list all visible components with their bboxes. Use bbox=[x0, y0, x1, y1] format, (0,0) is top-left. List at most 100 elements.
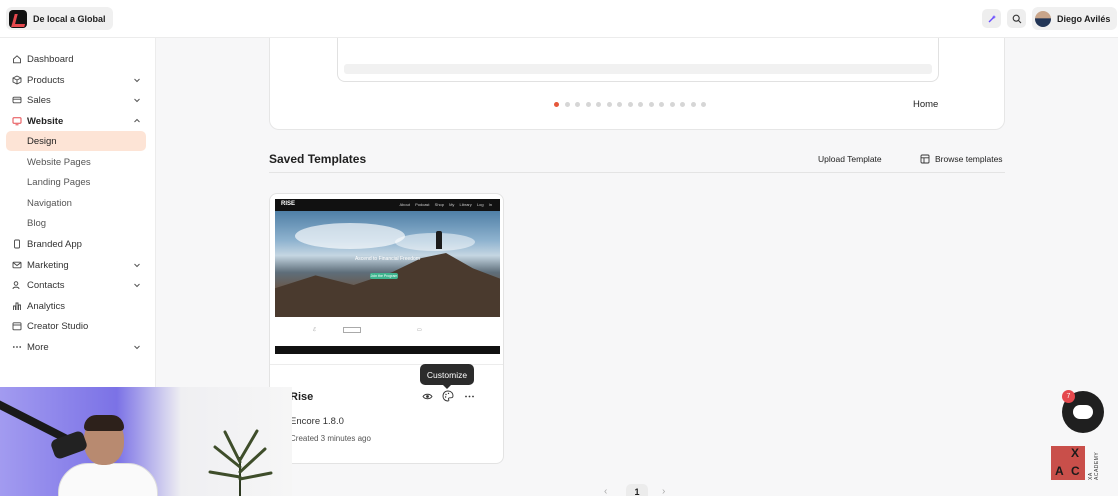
thumb-navbar: RISE About Podcast Shop My Library Log I… bbox=[275, 199, 500, 211]
thumb-footer bbox=[275, 346, 500, 354]
sidebar-item-landing-pages[interactable]: Landing Pages bbox=[6, 172, 146, 192]
calendar-icon bbox=[11, 321, 22, 332]
sidebar-item-label: More bbox=[27, 341, 49, 353]
customize-button[interactable] bbox=[442, 390, 454, 402]
carousel-dot[interactable] bbox=[659, 102, 664, 107]
carousel-dot[interactable] bbox=[680, 102, 685, 107]
page-number[interactable]: 1 bbox=[626, 484, 648, 496]
sidebar-item-branded-app[interactable]: Branded App bbox=[6, 234, 146, 254]
sidebar-item-website-pages[interactable]: Website Pages bbox=[6, 152, 146, 172]
template-name: Rise bbox=[290, 391, 314, 403]
chevron-down-icon bbox=[134, 78, 140, 83]
chevron-down-icon bbox=[134, 263, 140, 268]
browse-templates-button[interactable]: Browse templates bbox=[920, 154, 1003, 164]
sidebar-item-label: Sales bbox=[27, 94, 51, 106]
person-silhouette bbox=[436, 231, 442, 249]
carousel-dot[interactable] bbox=[638, 102, 643, 107]
avatar bbox=[1035, 10, 1051, 27]
theme-preview-card: Home bbox=[269, 38, 1005, 130]
section-title: Saved Templates bbox=[269, 152, 367, 166]
carousel-dot[interactable] bbox=[690, 102, 696, 107]
sidebar-item-label: Dashboard bbox=[27, 53, 74, 65]
prev-page-icon[interactable]: ‹ bbox=[604, 486, 607, 496]
academy-letter: C bbox=[1071, 464, 1080, 478]
magic-wand-button[interactable] bbox=[982, 9, 1001, 28]
user-menu[interactable]: Diego Avilés bbox=[1032, 7, 1118, 30]
academy-watermark: X A C XA ACADEMY bbox=[1051, 446, 1105, 480]
template-version: Encore 1.8.0 bbox=[290, 416, 344, 427]
customize-tooltip: Customize bbox=[420, 364, 474, 389]
upload-template-button[interactable]: Upload Template bbox=[818, 154, 882, 164]
plant-icon bbox=[208, 429, 273, 496]
thumb-cta: Join the Program bbox=[370, 273, 398, 279]
preview-page-name: Home bbox=[913, 99, 939, 110]
thumb-nav-links: About Podcast Shop My Library Log In bbox=[399, 202, 492, 207]
sidebar-item-sales[interactable]: Sales bbox=[6, 90, 146, 110]
preview-button[interactable] bbox=[421, 390, 433, 402]
carousel-dot[interactable] bbox=[585, 102, 591, 107]
carousel-dot[interactable] bbox=[575, 102, 580, 107]
sidebar-item-label: Analytics bbox=[27, 300, 66, 312]
magic-wand-icon bbox=[988, 14, 996, 22]
more-icon bbox=[464, 395, 474, 397]
academy-letter: A bbox=[1055, 464, 1064, 478]
sidebar-item-label: Marketing bbox=[27, 259, 69, 271]
carousel-dot[interactable] bbox=[554, 102, 559, 107]
partner-logo-icon: ℰ bbox=[313, 327, 317, 333]
monitor-icon bbox=[11, 116, 22, 127]
browse-templates-label: Browse templates bbox=[935, 154, 1003, 164]
carousel-dot[interactable] bbox=[564, 102, 570, 107]
carousel-dot[interactable] bbox=[617, 102, 622, 107]
brand-name: De local a Global bbox=[33, 13, 106, 24]
preview-frame bbox=[337, 38, 939, 82]
webcam-overlay bbox=[0, 387, 292, 496]
sidebar-item-label: Navigation bbox=[27, 197, 72, 209]
sidebar-item-label: Website Pages bbox=[27, 156, 91, 168]
carousel-dot[interactable] bbox=[596, 102, 601, 107]
carousel-dot[interactable] bbox=[669, 102, 675, 107]
sidebar-item-design[interactable]: Design bbox=[6, 131, 146, 151]
thumb-logo-strip: ℰ ▭ bbox=[275, 321, 500, 343]
sidebar-item-website[interactable]: Website bbox=[6, 111, 146, 131]
presenter-body bbox=[58, 463, 158, 496]
carousel-dot[interactable] bbox=[627, 102, 633, 107]
users-icon bbox=[11, 280, 22, 291]
sidebar-item-navigation[interactable]: Navigation bbox=[6, 193, 146, 213]
partner-logo-icon bbox=[343, 327, 361, 333]
carousel-dot[interactable] bbox=[648, 102, 654, 107]
sidebar-item-more[interactable]: More bbox=[6, 337, 146, 357]
section-divider bbox=[269, 172, 1005, 173]
sidebar-item-label: Products bbox=[27, 74, 65, 86]
sidebar-item-creator-studio[interactable]: Creator Studio bbox=[6, 316, 146, 336]
eye-icon bbox=[421, 393, 433, 399]
sidebar-item-products[interactable]: Products bbox=[6, 70, 146, 90]
carousel-dot[interactable] bbox=[606, 102, 612, 107]
carousel-dot[interactable] bbox=[701, 102, 706, 107]
sidebar-item-analytics[interactable]: Analytics bbox=[6, 296, 146, 316]
brand-switcher[interactable]: De local a Global bbox=[6, 7, 113, 30]
more-options-button[interactable] bbox=[463, 390, 475, 402]
search-button[interactable] bbox=[1007, 9, 1026, 28]
sidebar-item-contacts[interactable]: Contacts bbox=[6, 275, 146, 295]
mail-icon bbox=[11, 260, 22, 271]
chevron-down-icon bbox=[134, 283, 140, 288]
sidebar-item-dashboard[interactable]: Dashboard bbox=[6, 49, 146, 69]
next-page-icon[interactable]: › bbox=[662, 486, 665, 496]
palette-icon bbox=[442, 390, 454, 402]
thumb-headline: Ascend to Financial Freedom bbox=[354, 256, 421, 262]
partner-logo-icon: ▭ bbox=[417, 327, 422, 333]
cloud-shape bbox=[295, 223, 405, 249]
thumb-hero-image: Ascend to Financial Freedom Join the Pro… bbox=[275, 211, 500, 317]
sidebar-item-marketing[interactable]: Marketing bbox=[6, 255, 146, 275]
home-icon bbox=[11, 54, 22, 65]
chevron-down-icon bbox=[134, 98, 140, 103]
sidebar-item-blog[interactable]: Blog bbox=[6, 213, 146, 233]
template-thumbnail[interactable]: RISE About Podcast Shop My Library Log I… bbox=[275, 199, 500, 354]
presenter-hair bbox=[84, 415, 124, 431]
preview-placeholder-bar bbox=[344, 64, 932, 74]
chart-icon bbox=[11, 301, 22, 312]
template-created: Created 3 minutes ago bbox=[290, 434, 371, 443]
upload-template-label: Upload Template bbox=[818, 154, 882, 164]
top-bar: De local a Global Diego Avilés bbox=[0, 0, 1118, 38]
template-card[interactable]: RISE About Podcast Shop My Library Log I… bbox=[269, 193, 504, 464]
